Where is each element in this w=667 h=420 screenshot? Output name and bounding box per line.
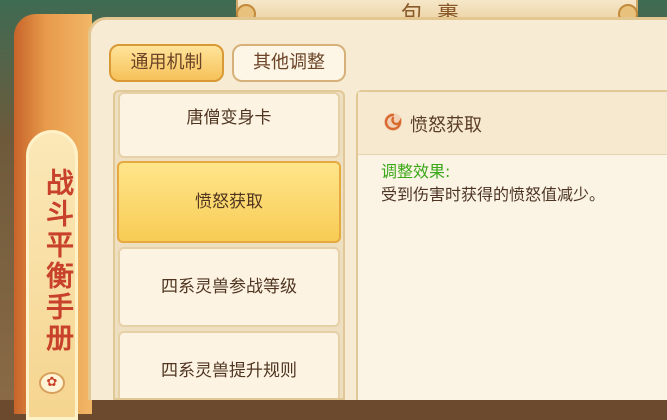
list-item[interactable]: 唐僧变身卡 xyxy=(118,92,340,158)
detail-panel xyxy=(356,90,667,400)
effect-label: 调整效果: xyxy=(381,162,451,181)
side-tab-label: 战斗平衡手册 xyxy=(42,168,75,354)
tab-general-mechanics[interactable]: 通用机制 xyxy=(109,44,224,82)
list-item-selected[interactable]: 愤怒获取 xyxy=(117,161,341,243)
effect-description: 受到伤害时获得的愤怒值减少。 xyxy=(381,185,606,204)
list-item[interactable]: 四系灵兽提升规则 xyxy=(118,331,340,398)
detail-header xyxy=(358,92,667,155)
emblem-icon: ✿ xyxy=(39,372,65,394)
swirl-icon xyxy=(384,113,402,131)
detail-title: 愤怒获取 xyxy=(410,115,482,136)
mechanics-list[interactable]: 唐僧变身卡 愤怒获取 四系灵兽参战等级 四系灵兽提升规则 xyxy=(113,90,345,400)
tab-other-adjustments[interactable]: 其他调整 xyxy=(232,44,346,82)
list-item[interactable]: 四系灵兽参战等级 xyxy=(118,247,340,327)
